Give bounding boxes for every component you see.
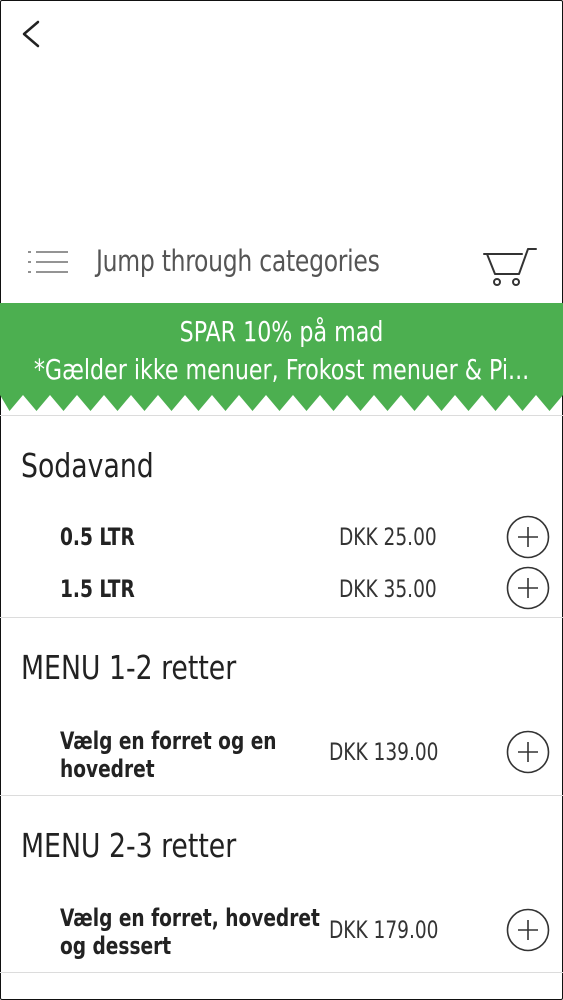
section-title-menu-2-3: MENU 2-3 retter	[21, 826, 237, 865]
shopping-cart-icon[interactable]	[482, 244, 538, 288]
divider	[0, 972, 563, 973]
back-button[interactable]	[14, 12, 54, 56]
item-name-line1: Vælg en forret, hovedret	[60, 904, 320, 932]
promo-subline: *Gælder ikke menuer, Frokost menuer & Pi…	[33, 353, 530, 386]
item-name-line2: hovedret	[60, 755, 155, 783]
promo-headline: SPAR 10% på mad	[179, 315, 384, 348]
divider	[0, 795, 563, 796]
jump-categories-label[interactable]: Jump through categories	[96, 244, 380, 278]
add-item-button[interactable]	[506, 566, 550, 610]
promo-banner: SPAR 10% på mad *Gælder ikke menuer, Fro…	[0, 303, 563, 415]
add-item-button[interactable]	[506, 515, 550, 559]
section-title-sodavand: Sodavand	[21, 446, 154, 485]
item-price: DKK 179.00	[329, 916, 439, 944]
list-menu-icon[interactable]	[28, 244, 72, 284]
add-item-button[interactable]	[506, 730, 550, 774]
add-item-button[interactable]	[506, 908, 550, 952]
item-price: DKK 139.00	[329, 738, 439, 766]
divider	[0, 617, 563, 618]
item-name: 1.5 LTR	[60, 575, 135, 603]
chevron-left-icon	[22, 20, 40, 48]
item-name-line2: og dessert	[60, 932, 172, 960]
item-name: 0.5 LTR	[60, 523, 135, 551]
category-bar: Jump through categories	[0, 236, 563, 296]
plus-circle-icon	[506, 515, 550, 559]
plus-circle-icon	[506, 566, 550, 610]
item-price: DKK 35.00	[339, 575, 437, 603]
divider	[0, 415, 563, 416]
item-name-line1: Vælg en forret og en	[60, 727, 277, 755]
plus-circle-icon	[506, 908, 550, 952]
section-title-menu-1-2: MENU 1-2 retter	[21, 648, 237, 687]
plus-circle-icon	[506, 730, 550, 774]
item-price: DKK 25.00	[339, 523, 437, 551]
